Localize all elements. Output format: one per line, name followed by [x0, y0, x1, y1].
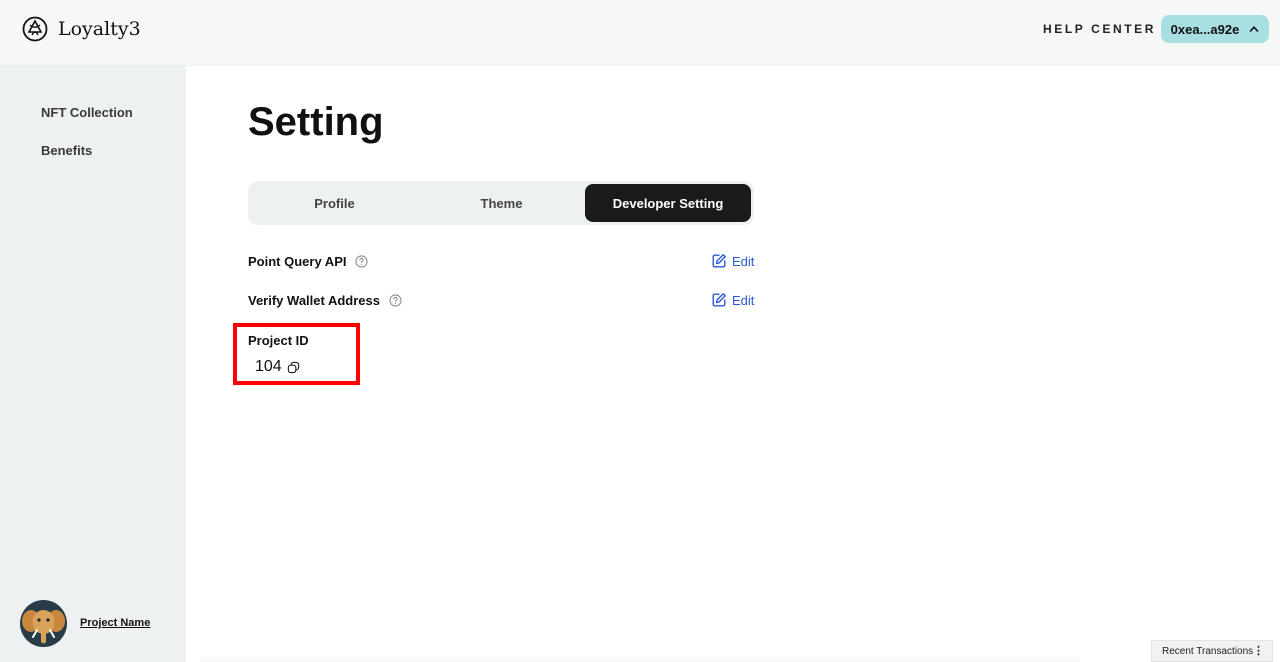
- help-center-link[interactable]: HELP CENTER: [1043, 22, 1156, 36]
- sidebar: NFT Collection Benefits Project Name: [0, 66, 186, 662]
- chevron-up-icon: [1250, 26, 1259, 32]
- recent-transactions-label: Recent Transactions: [1162, 645, 1254, 657]
- question-circle-icon[interactable]: [389, 294, 402, 307]
- tab-profile[interactable]: Profile: [251, 184, 418, 222]
- edit-icon: [712, 254, 726, 268]
- more-vertical-icon: ⋮: [1253, 645, 1264, 657]
- avatar[interactable]: [20, 600, 67, 647]
- point-query-api-row: Point Query API: [248, 254, 369, 269]
- sidebar-item-nft-collection[interactable]: NFT Collection: [41, 105, 133, 120]
- settings-tabs: Profile Theme Developer Setting: [248, 181, 754, 225]
- page-title: Setting: [248, 100, 384, 144]
- project-id-value-row: 104: [255, 358, 300, 376]
- edit-icon: [712, 293, 726, 307]
- copy-icon[interactable]: [287, 361, 300, 374]
- recent-transactions-button[interactable]: Recent Transactions ⋮: [1151, 640, 1273, 662]
- project-id-label: Project ID: [248, 333, 309, 348]
- tab-developer-setting[interactable]: Developer Setting: [585, 184, 751, 222]
- question-circle-icon[interactable]: [355, 255, 369, 268]
- point-query-api-edit-button[interactable]: Edit: [711, 253, 754, 269]
- tab-theme[interactable]: Theme: [418, 184, 585, 222]
- verify-wallet-address-label: Verify Wallet Address: [248, 293, 380, 308]
- edit-label: Edit: [732, 292, 755, 308]
- wallet-button[interactable]: 0xea...a92e: [1161, 15, 1269, 43]
- wallet-address: 0xea...a92e: [1170, 21, 1240, 37]
- project-id-value: 104: [255, 358, 282, 375]
- verify-wallet-address-row: Verify Wallet Address: [248, 293, 402, 308]
- logo[interactable]: Loyalty3: [22, 16, 141, 42]
- edit-label: Edit: [732, 253, 755, 269]
- sidebar-item-benefits[interactable]: Benefits: [41, 143, 92, 158]
- point-query-api-label: Point Query API: [248, 254, 347, 269]
- logo-text: Loyalty3: [58, 18, 141, 40]
- elephant-avatar-icon: [22, 610, 65, 644]
- project-name-link[interactable]: Project Name: [80, 617, 150, 629]
- verify-wallet-address-edit-button[interactable]: Edit: [711, 292, 754, 308]
- bottom-shadow: [200, 655, 1080, 662]
- loyalty3-logo-icon: [22, 16, 48, 42]
- top-bar: Loyalty3 HELP CENTER 0xea...a92e: [0, 0, 1280, 66]
